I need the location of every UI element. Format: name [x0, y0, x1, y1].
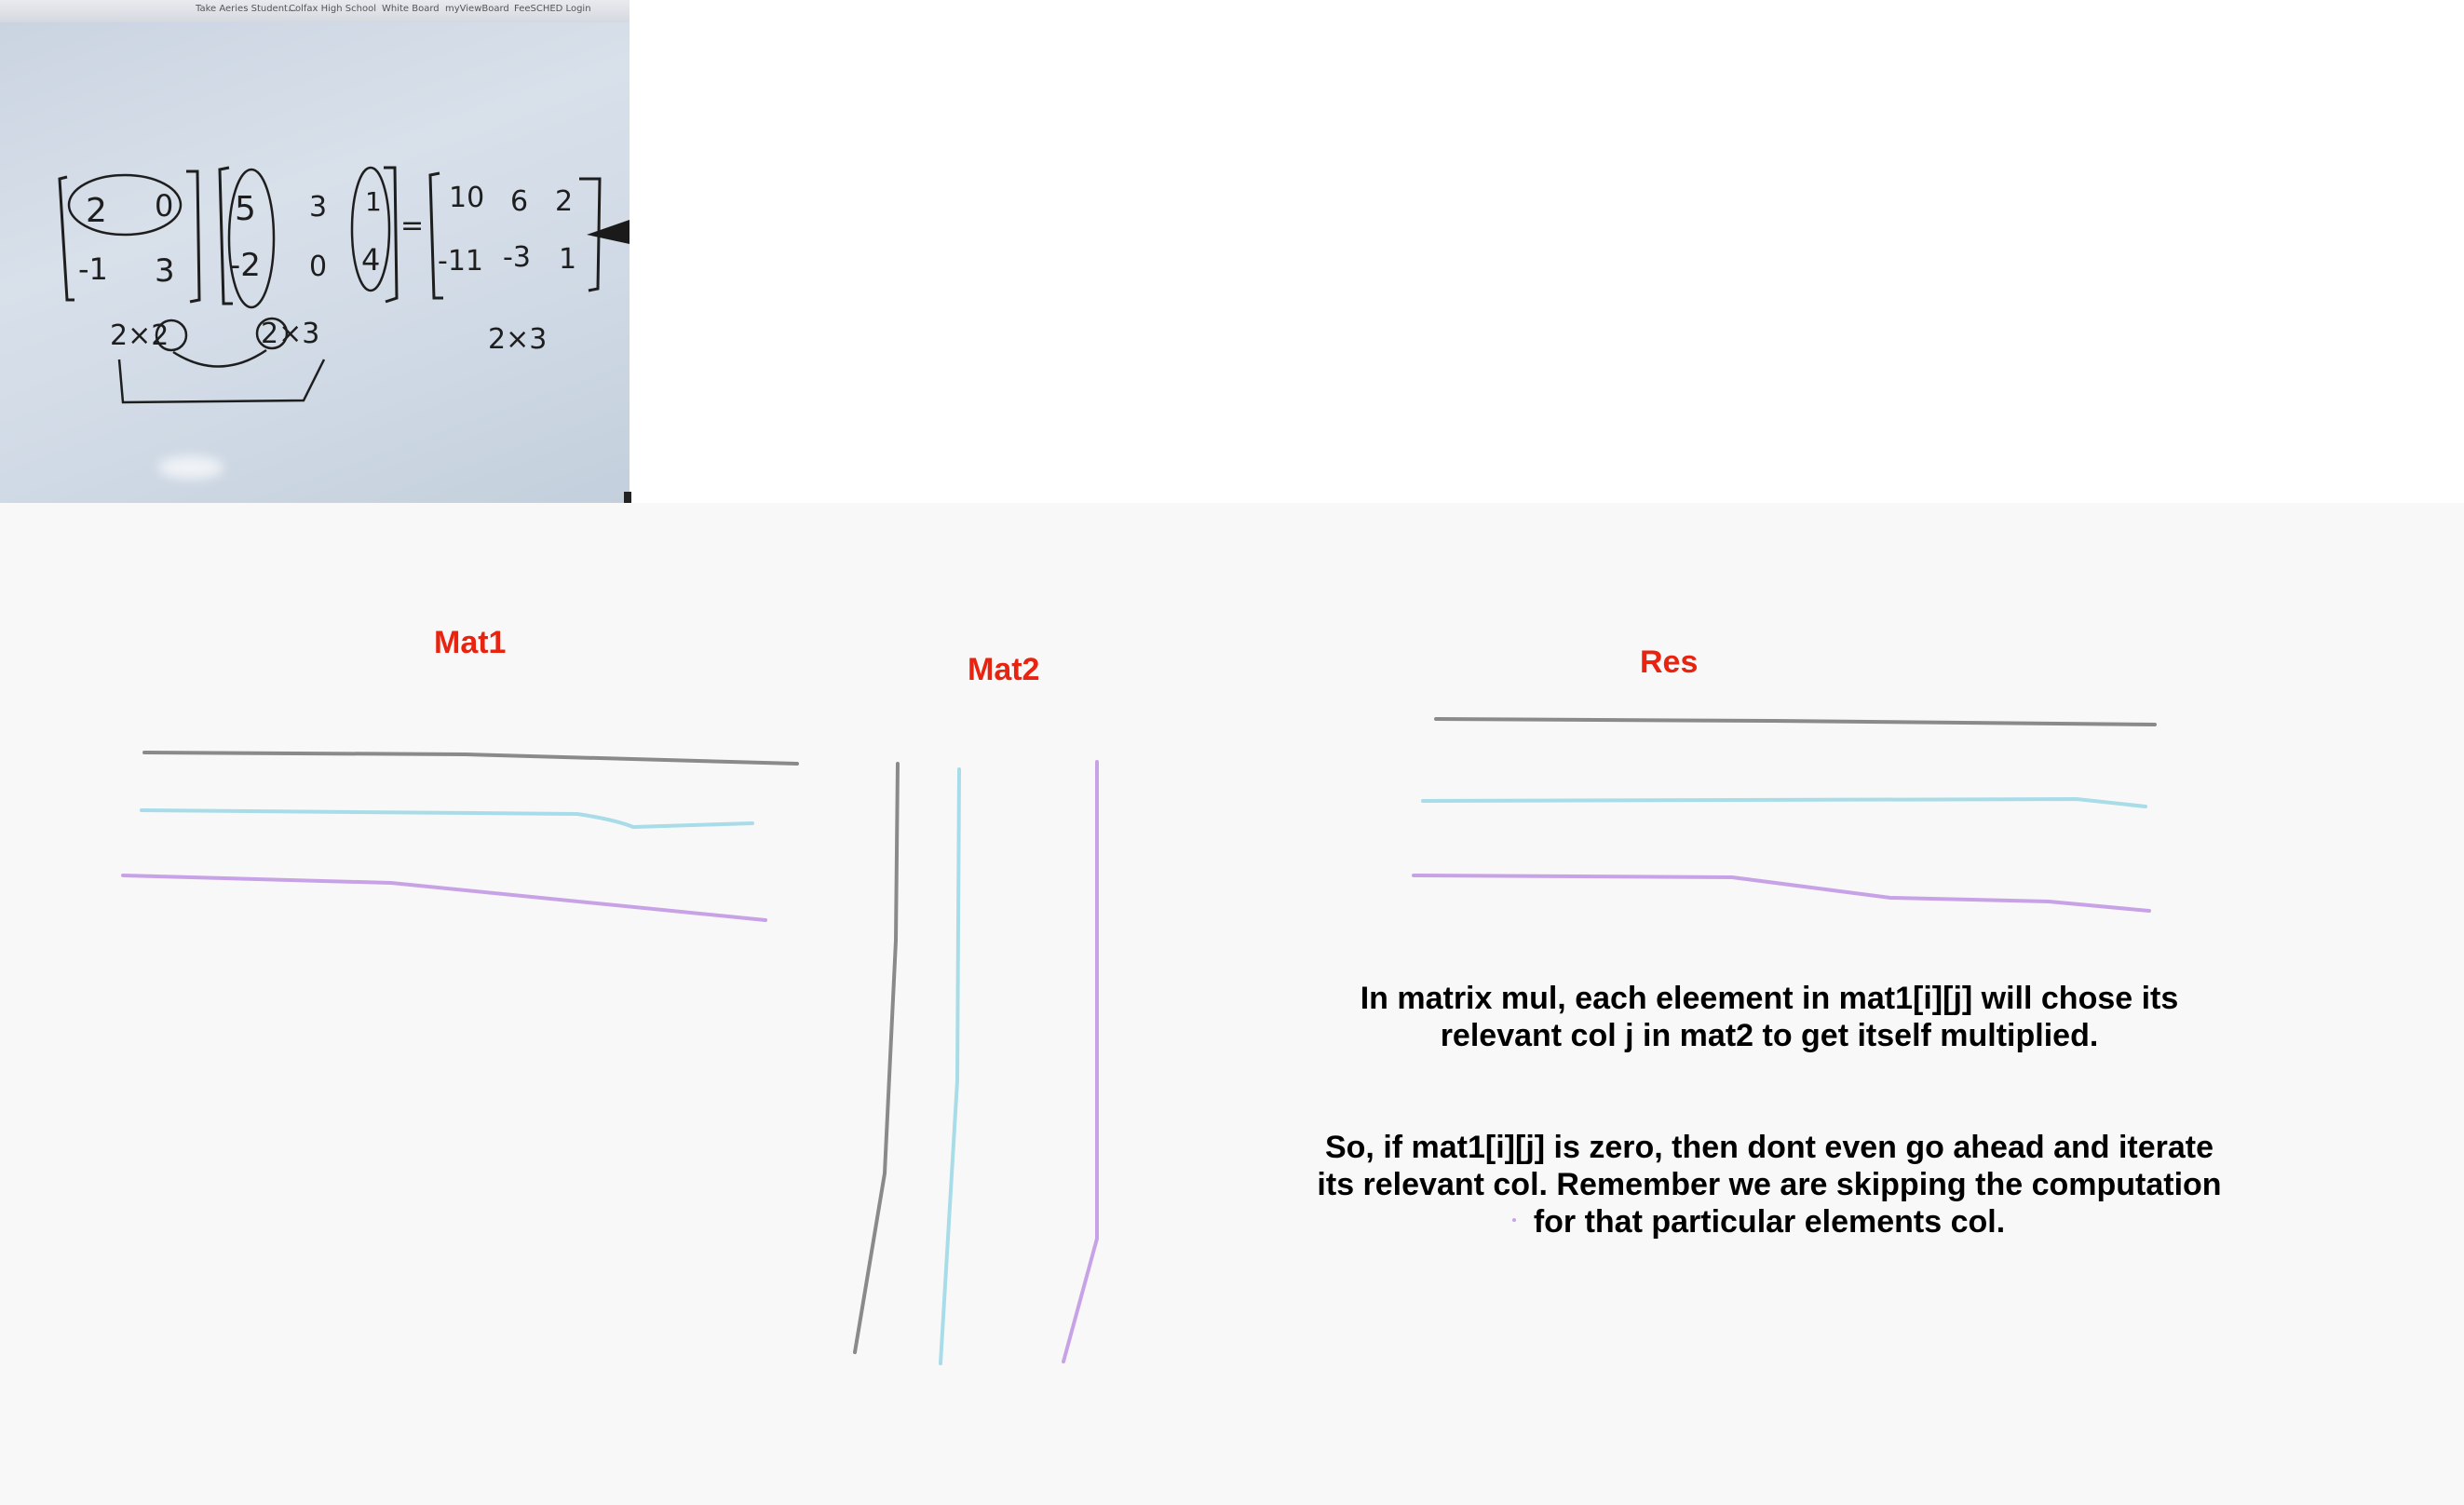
matrix-b-cell: 5	[235, 190, 256, 228]
photo-corner-mark	[624, 492, 631, 503]
matrix-b-cell: -2	[229, 247, 261, 284]
note-element-column-rule: In matrix mul, each eleement in mat1[i][…	[1304, 980, 2235, 1054]
result-cell: 1	[559, 243, 576, 276]
note-line: its relevant col. Remember we are skippi…	[1317, 1167, 2222, 1202]
mat1-label: Mat1	[434, 625, 507, 660]
equals-sign: =	[400, 210, 424, 242]
matrix-b-cell: 0	[309, 251, 327, 283]
dimension-result: 2×3	[488, 323, 547, 356]
note-skip-zero: So, if mat1[i][j] is zero, then dont eve…	[1285, 1129, 2254, 1241]
note-line: for that particular elements col.	[1533, 1204, 2006, 1240]
whiteboard-photo: Take Aeries Student... Colfax High Schoo…	[0, 0, 630, 503]
mat2-label: Mat2	[968, 652, 1040, 687]
matrix-b-cell: 4	[361, 242, 380, 278]
matrix-b-cell: 3	[309, 191, 327, 224]
matrix-a-cell: 2	[86, 192, 107, 230]
matrix-b-cell: 1	[365, 186, 382, 217]
matrix-a-cell: 0	[155, 188, 173, 224]
note-line: relevant col j in mat2 to get itself mul…	[1440, 1018, 2099, 1053]
dimension-b: 2×3	[261, 318, 319, 350]
note-line: So, if mat1[i][j] is zero, then dont eve…	[1324, 1130, 2214, 1165]
matrix-a-cell: -1	[78, 251, 108, 287]
result-cell: 2	[555, 185, 573, 218]
result-cell: 6	[510, 185, 528, 218]
result-cell: 10	[449, 182, 484, 214]
handwritten-matrix-equation: 2 0 -1 3 5 3 1 -2 0 4 = 10 6 2 -11 -3 1 …	[58, 166, 630, 404]
result-cell: -3	[503, 241, 531, 274]
res-label: Res	[1640, 644, 1699, 680]
note-line: In matrix mul, each eleement in mat1[i][…	[1360, 981, 2179, 1016]
matrix-a-cell: 3	[155, 252, 175, 290]
result-cell: -11	[438, 245, 483, 278]
